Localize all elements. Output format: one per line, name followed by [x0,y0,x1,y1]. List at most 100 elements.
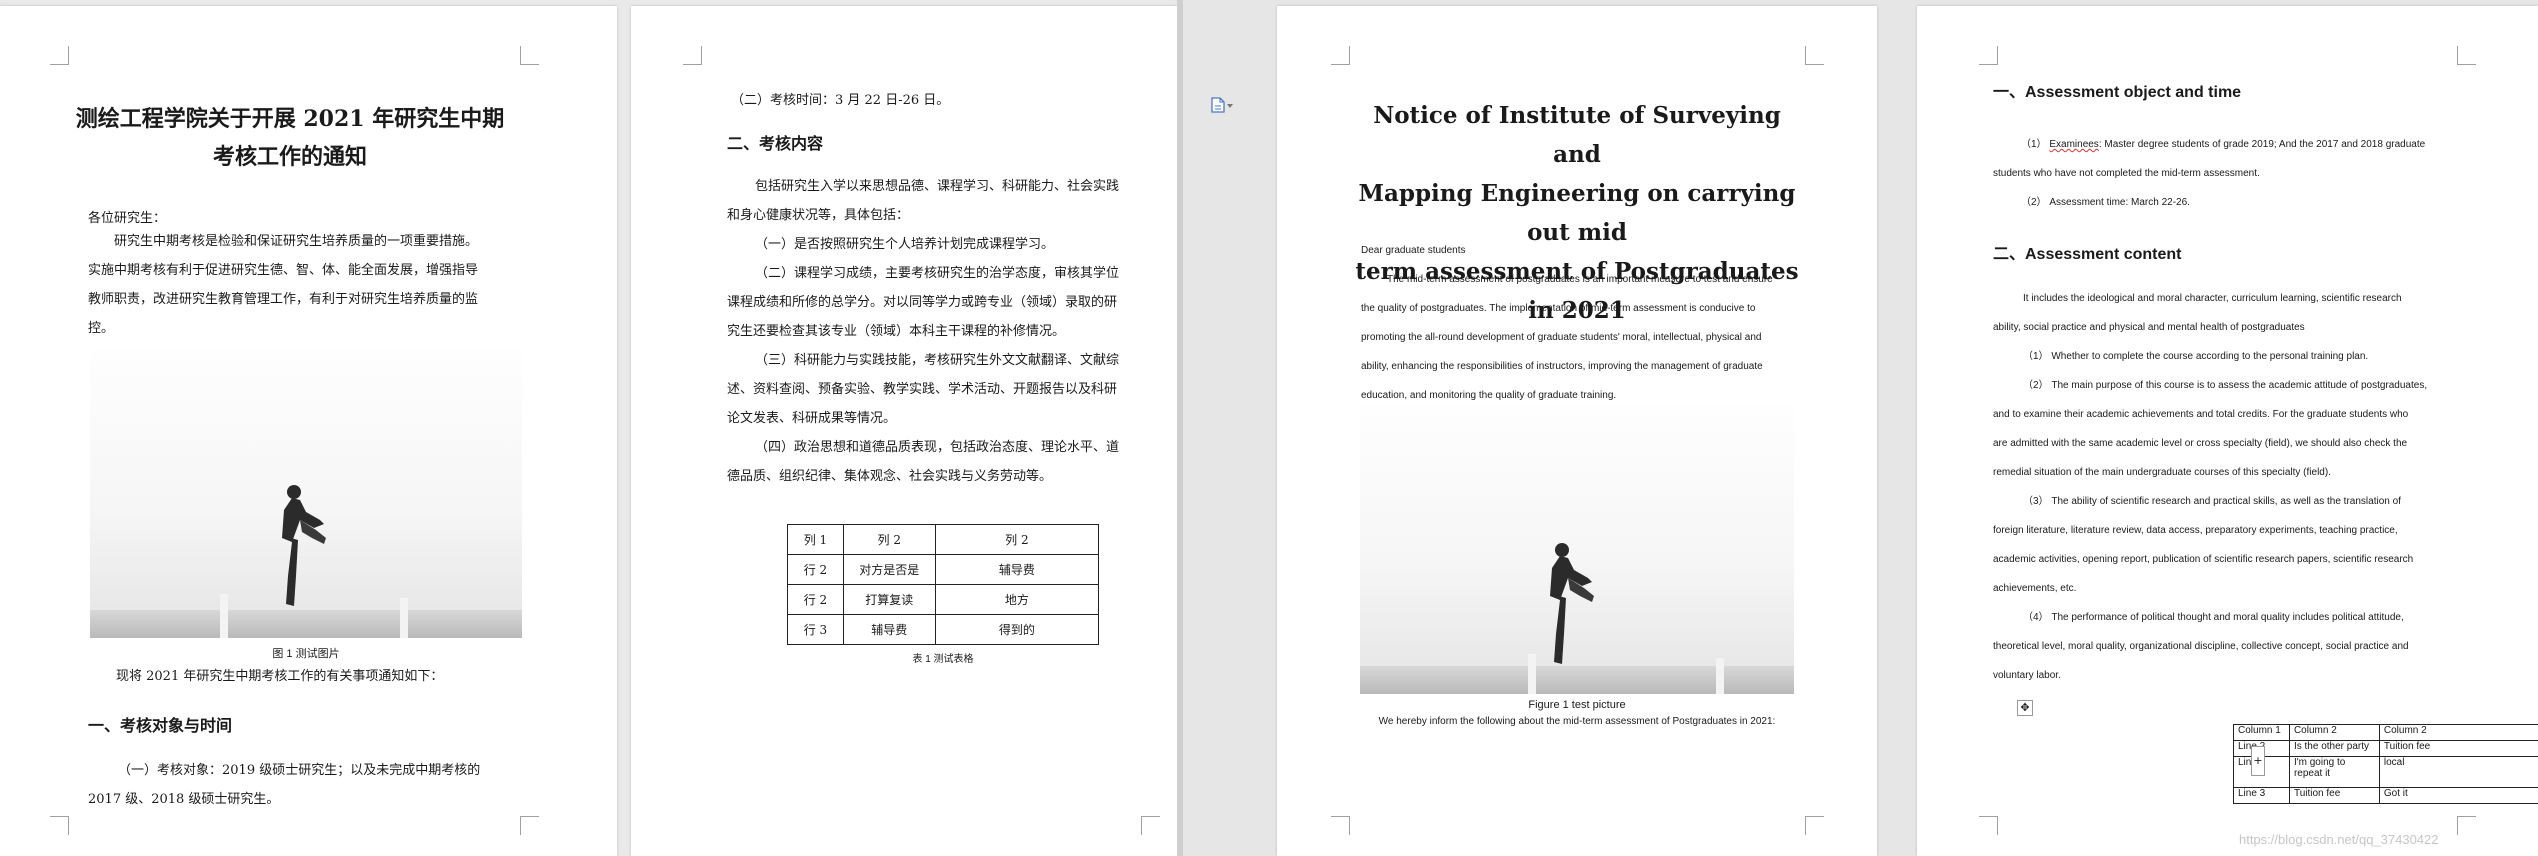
photo-post [1528,654,1536,694]
en-content-line: （2） The main purpose of this course is t… [2023,380,2428,391]
stretching-person-figure [282,485,326,606]
en-content-line: are admitted with the same academic leve… [1993,438,2408,449]
cn-intro-line: 控。 [88,321,115,336]
table-cell[interactable]: 辅导费 [934,554,1100,585]
cn-page-2: （二）考核时间：3 月 22 日-26 日。 二、考核内容 包括研究生入学以来思… [631,6,1177,856]
table-cell[interactable]: 辅导费 [842,614,936,645]
en-content-line: ability, social practice and physical an… [1993,322,2305,333]
spellcheck-flagged-word[interactable]: Examinees [2049,139,2098,150]
crop-mark [50,816,69,835]
cn-item-1: （一）考核对象：2019 级硕士研究生；以及未完成中期考核的 2017 级、20… [88,756,528,814]
cn-item-line: （一）考核对象：2019 级硕士研究生；以及未完成中期考核的 [118,763,481,778]
table-row: 行 2 打算复读 地方 [787,584,1100,615]
table-cell[interactable]: Got it [2378,787,2538,804]
en-content-line: foreign literature, literature review, d… [1993,525,2398,536]
table-cell[interactable]: 列 2 [842,524,936,555]
crop-mark [1141,816,1160,835]
cn-content-line: 包括研究生入学以来思想品德、课程学习、科研能力、社会实践 [755,179,1120,194]
table-cell[interactable]: Line 3 [2233,787,2290,804]
en-item-1-line-2: students who have not completed the mid-… [1993,168,2260,179]
cn-intro-line: 研究生中期考核是检验和保证研究生培养质量的一项重要措施。 [114,234,479,249]
cn-intro-line: 实施中期考核有利于促进研究生德、智、体、能全面发展，增强指导 [88,263,479,278]
cn-test-table: 列 1 列 2 列 2 行 2 对方是否是 辅导费 行 2 打算复读 地方 行 … [787,524,1100,645]
photo-post [1716,658,1724,694]
en-item-2: （2） Assessment time: March 22-26. [2021,197,2190,208]
en-content-line: （1） Whether to complete the course accor… [2023,351,2369,362]
en-content-line: theoretical level, moral quality, organi… [1993,641,2409,652]
cn-table-caption: 表 1 测试表格 [912,654,974,665]
en-item-1-prefix: （1） [2021,139,2047,150]
en-test-photo [1360,404,1794,694]
cn-title-line-2: 考核工作的通知 [212,144,367,170]
crop-mark [1979,46,1998,65]
right-document-pane[interactable]: Notice of Institute of Surveying and Map… [1183,0,2538,856]
cn-title-line-1: 测绘工程学院关于开展 2021 年研究生中期 [75,106,505,132]
cn-content-line: 课程成绩和所修的总学分。对以同等学力或跨专业（领域）录取的研 [727,295,1118,310]
table-cell[interactable]: local [2378,756,2538,788]
photo-post [400,598,408,638]
watermark-url: https://blog.csdn.net/qq_37430422 [2239,832,2439,847]
en-item-1-rest: : Master degree students of grade 2019; … [2098,139,2426,150]
table-cell[interactable]: 得到的 [934,614,1100,645]
en-intro-line: promoting the all-round development of g… [1361,332,1762,343]
en-item-1-line: （1） Examinees: Master degree students of… [1993,130,2473,159]
en-title-line: Notice of Institute of Surveying and [1373,102,1781,168]
crop-mark [1331,816,1350,835]
table-cell[interactable]: Column 2 [2288,724,2380,741]
table-cell[interactable]: 列 1 [787,524,844,555]
en-page-1: Notice of Institute of Surveying and Map… [1277,6,1877,856]
left-document-pane[interactable]: 测绘工程学院关于开展 2021 年研究生中期 考核工作的通知 各位研究生： 研究… [0,0,1183,856]
table-cell[interactable]: Column 1 [2233,724,2290,741]
cn-content-line: 述、资料查阅、预备实验、教学实践、学术活动、开题报告以及科研 [727,382,1118,397]
en-intro-line: The mid-term assessment of postgraduates… [1387,274,1773,285]
crop-mark [2457,816,2476,835]
en-after-figure-line: We hereby inform the following about the… [1378,716,1776,727]
table-row: 行 3 辅导费 得到的 [787,614,1100,645]
en-intro-line: the quality of postgraduates. The implem… [1361,303,1756,314]
cn-content-line: （二）课程学习成绩，主要考核研究生的治学态度，审核其学位 [755,266,1120,281]
cn-content-line: （一）是否按照研究生个人培养计划完成课程学习。 [755,237,1055,252]
table-cell[interactable]: 打算复读 [842,584,936,615]
en-item-1: （1） Examinees: Master degree students of… [1993,130,2473,217]
document-icon[interactable] [1211,97,1225,113]
table-row: Column 1 Column 2 Column 2 [2233,724,2538,741]
cn-content-line: （三）科研能力与实践技能，考核研究生外文文献翻译、文献综 [755,353,1120,368]
table-cell[interactable]: Column 2 [2378,724,2538,741]
cn-content: 包括研究生入学以来思想品德、课程学习、科研能力、社会实践 和身心健康状况等，具体… [727,172,1177,491]
table-cell[interactable]: 对方是否是 [842,554,936,585]
table-cell[interactable]: Tuition fee [2378,740,2538,757]
crop-mark [1805,816,1824,835]
en-section-1-heading: 一、Assessment object and time [1993,84,2242,101]
chevron-down-icon[interactable] [1227,104,1233,108]
en-section-2-heading: 二、Assessment content [1993,246,2182,263]
en-salutation: Dear graduate students [1361,245,1466,256]
table-cell[interactable]: Tuition fee [2288,787,2380,804]
en-intro: The mid-term assessment of postgraduates… [1361,265,1797,410]
table-cell[interactable]: Is the other party [2288,740,2380,757]
table-move-handle-icon[interactable]: ✥ [2017,700,2033,716]
en-page-2: 一、Assessment object and time （1） Examine… [1917,6,2538,856]
table-cell[interactable]: I'm going to repeat it [2288,756,2380,788]
cn-content-line: 和身心健康状况等，具体包括： [727,208,910,223]
table-row: 列 1 列 2 列 2 [787,524,1100,555]
table-row: Line 2 I'm going to repeat it local [2233,756,2538,788]
en-content-line: （4） The performance of political thought… [2023,612,2404,623]
cn-content-line: （四）政治思想和道德品质表现，包括政治态度、理论水平、道 [755,440,1120,455]
table-cell[interactable]: 地方 [934,584,1100,615]
add-column-button[interactable]: + [2251,746,2265,776]
en-content-line: achievements, etc. [1993,583,2077,594]
table-cell[interactable]: 行 2 [787,554,844,585]
cn-content-line: 德品质、组织纪律、集体观念、社会实践与义务劳动等。 [727,469,1053,484]
en-figure-caption: Figure 1 test picture [1528,699,1626,711]
table-row: 行 2 对方是否是 辅导费 [787,554,1100,585]
en-content-line: It includes the ideological and moral ch… [2023,293,2402,304]
table-cell[interactable]: 行 2 [787,584,844,615]
crop-mark [1979,816,1998,835]
en-content-line: remedial situation of the main undergrad… [1993,467,2331,478]
en-content-line: voluntary labor. [1993,670,2061,681]
table-cell[interactable]: 列 2 [934,524,1100,555]
crop-mark [1805,46,1824,65]
crop-mark [683,46,702,65]
en-content-line: academic activities, opening report, pub… [1993,554,2414,565]
table-cell[interactable]: 行 3 [787,614,844,645]
